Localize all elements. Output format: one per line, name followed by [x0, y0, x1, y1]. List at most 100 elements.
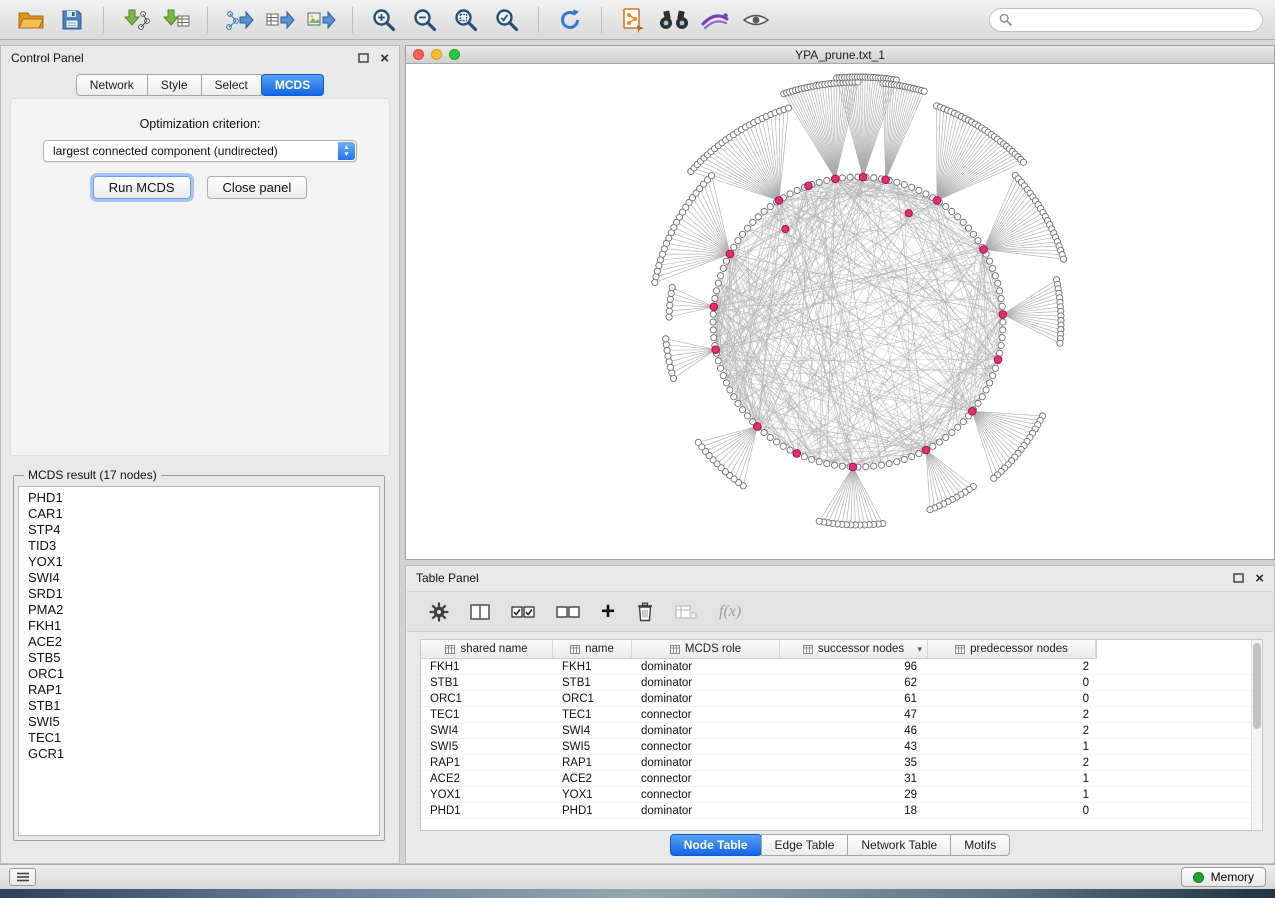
mcds-result-item[interactable]: PMA2: [19, 602, 379, 618]
network-node[interactable]: [711, 335, 717, 341]
cell-succ[interactable]: 61: [780, 693, 928, 705]
network-node[interactable]: [667, 296, 673, 302]
network-node[interactable]: [986, 258, 992, 264]
column-header-successor-nodes[interactable]: successor nodes ▾: [780, 640, 928, 658]
cell-role[interactable]: connector: [632, 773, 780, 785]
network-node[interactable]: [998, 342, 1004, 348]
network-node[interactable]: [949, 429, 955, 435]
unselect-all-columns-button[interactable]: [556, 605, 580, 619]
mcds-dominator-node[interactable]: [753, 423, 761, 431]
mcds-dominator-node[interactable]: [922, 446, 930, 454]
network-node[interactable]: [927, 507, 933, 513]
network-node[interactable]: [923, 191, 929, 197]
network-node[interactable]: [983, 387, 989, 393]
network-node[interactable]: [1000, 319, 1006, 325]
network-node[interactable]: [720, 265, 726, 271]
close-panel-button[interactable]: Close panel: [207, 176, 308, 199]
mcds-result-item[interactable]: SRD1: [19, 586, 379, 602]
cell-succ[interactable]: 18: [780, 805, 928, 817]
cell-pred[interactable]: 1: [928, 741, 1096, 753]
cell-pred[interactable]: 2: [928, 661, 1096, 673]
network-node[interactable]: [816, 518, 822, 524]
cell-name[interactable]: TEC1: [553, 709, 632, 721]
close-panel-icon[interactable]: ×: [1255, 571, 1264, 586]
network-node[interactable]: [695, 439, 701, 445]
network-node[interactable]: [909, 454, 915, 460]
create-column-button[interactable]: +: [601, 600, 615, 624]
mcds-dominator-node[interactable]: [933, 197, 941, 205]
cell-succ[interactable]: 35: [780, 757, 928, 769]
network-node[interactable]: [750, 219, 756, 225]
network-node[interactable]: [780, 443, 786, 449]
network-node[interactable]: [999, 303, 1005, 309]
network-node[interactable]: [652, 279, 658, 285]
network-node[interactable]: [727, 387, 733, 393]
table-row[interactable]: TEC1TEC1connector472: [421, 707, 1262, 723]
criterion-select[interactable]: largest connected component (undirected)…: [43, 140, 357, 162]
export-table-button[interactable]: [261, 4, 299, 36]
cell-succ[interactable]: 96: [780, 661, 928, 673]
network-node[interactable]: [816, 459, 822, 465]
network-node[interactable]: [665, 353, 671, 359]
network-node[interactable]: [720, 373, 726, 379]
network-node[interactable]: [668, 290, 674, 296]
network-node[interactable]: [761, 429, 767, 435]
cell-name[interactable]: YOX1: [553, 789, 632, 801]
cell-role[interactable]: dominator: [632, 725, 780, 737]
network-node[interactable]: [731, 394, 737, 400]
cell-name[interactable]: ORC1: [553, 693, 632, 705]
cell-pred[interactable]: 2: [928, 757, 1096, 769]
mcds-dominator-node[interactable]: [849, 463, 857, 471]
network-node[interactable]: [999, 335, 1005, 341]
cell-role[interactable]: dominator: [632, 693, 780, 705]
cell-succ[interactable]: 31: [780, 773, 928, 785]
network-node[interactable]: [794, 187, 800, 193]
table-row[interactable]: SWI5SWI5connector431: [421, 739, 1262, 755]
zoom-selected-button[interactable]: [488, 4, 526, 36]
mcds-dominator-node[interactable]: [775, 197, 783, 205]
network-node[interactable]: [943, 203, 949, 209]
task-history-button[interactable]: [9, 868, 36, 886]
network-node[interactable]: [717, 273, 723, 279]
network-node[interactable]: [1020, 159, 1026, 165]
network-node[interactable]: [1000, 327, 1006, 333]
table-row[interactable]: YOX1YOX1connector291: [421, 787, 1262, 803]
network-node[interactable]: [916, 187, 922, 193]
mcds-result-item[interactable]: SWI4: [19, 570, 379, 586]
mcds-result-item[interactable]: TID3: [19, 538, 379, 554]
network-node[interactable]: [663, 336, 669, 342]
delete-table-button[interactable]: [675, 604, 698, 620]
import-table-button[interactable]: [157, 4, 195, 36]
cell-role[interactable]: dominator: [632, 805, 780, 817]
network-node[interactable]: [669, 284, 675, 290]
network-node[interactable]: [992, 273, 998, 279]
mcds-dominator-node[interactable]: [859, 173, 867, 181]
network-node[interactable]: [723, 258, 729, 264]
cell-role[interactable]: connector: [632, 709, 780, 721]
network-node[interactable]: [723, 380, 729, 386]
column-header-name[interactable]: name: [553, 640, 632, 658]
cell-pred[interactable]: 2: [928, 725, 1096, 737]
network-node[interactable]: [713, 288, 719, 294]
network-node[interactable]: [992, 365, 998, 371]
network-node[interactable]: [998, 295, 1004, 301]
network-node[interactable]: [886, 461, 892, 467]
cell-succ[interactable]: 29: [780, 789, 928, 801]
show-graphics-button[interactable]: [737, 4, 775, 36]
network-node[interactable]: [863, 464, 869, 470]
tab-mcds[interactable]: MCDS: [261, 74, 324, 96]
table-row[interactable]: FKH1FKH1dominator962: [421, 659, 1262, 675]
cell-shared-name[interactable]: RAP1: [421, 757, 553, 769]
mcds-dominator-node[interactable]: [710, 303, 718, 311]
network-node[interactable]: [990, 265, 996, 271]
network-node[interactable]: [930, 443, 936, 449]
tab-network[interactable]: Network: [76, 74, 148, 96]
network-node[interactable]: [901, 181, 907, 187]
find-button[interactable]: [655, 4, 693, 36]
tab-edge-table[interactable]: Edge Table: [761, 834, 849, 856]
cell-succ[interactable]: 43: [780, 741, 928, 753]
table-row[interactable]: ORC1ORC1dominator610: [421, 691, 1262, 707]
network-node[interactable]: [715, 280, 721, 286]
cell-shared-name[interactable]: STB1: [421, 677, 553, 689]
table-row[interactable]: STB1STB1dominator620: [421, 675, 1262, 691]
